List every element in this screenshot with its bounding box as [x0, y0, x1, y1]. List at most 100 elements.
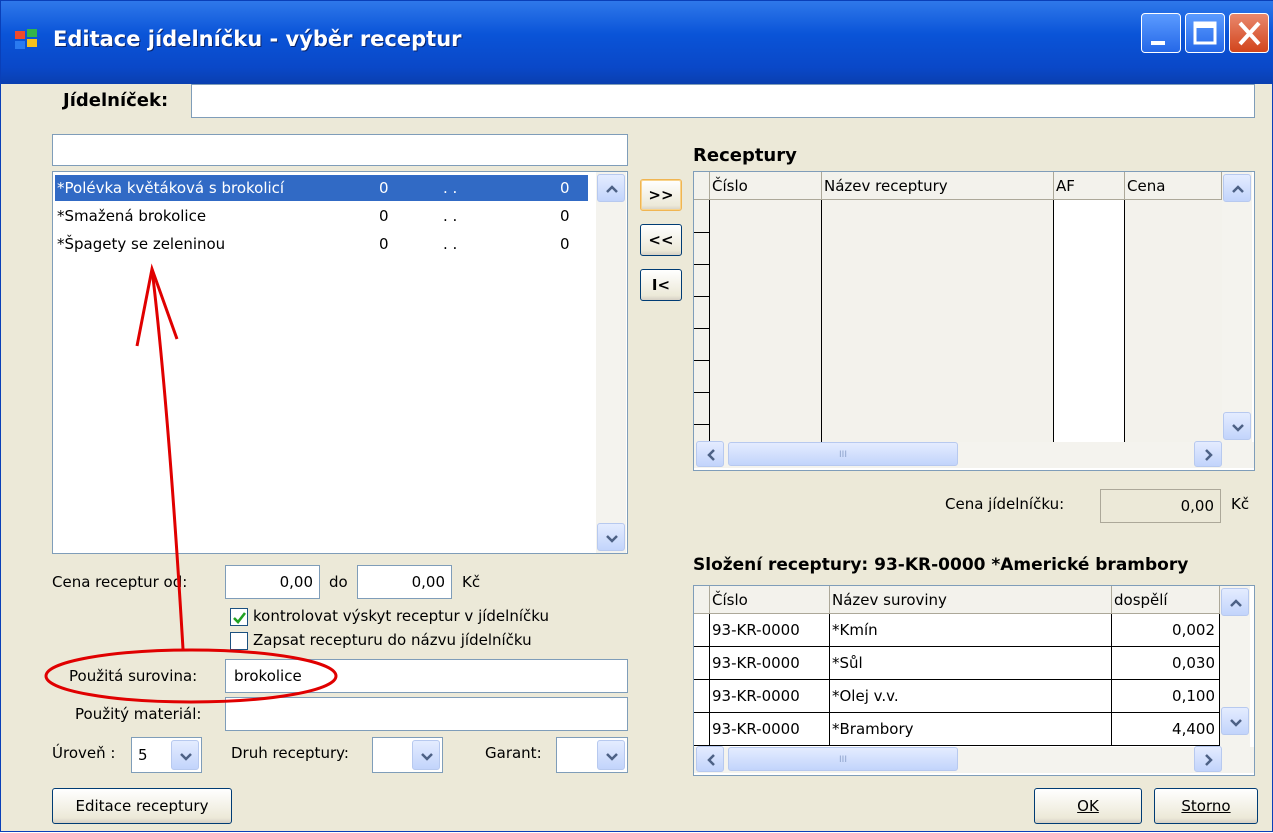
list-item[interactable]: *Smažená brokolice 0 . . 0 [55, 203, 588, 229]
price-from-input[interactable]: 0,00 [225, 565, 320, 599]
material-input[interactable] [225, 697, 628, 731]
cell-dospeli: 0,100 [1112, 680, 1220, 713]
cell-nazev: *Kmín [830, 614, 1112, 647]
list-item-col4: 0 [560, 207, 570, 225]
recipe-type-label: Druh receptury: [231, 744, 349, 762]
guarantor-select[interactable] [556, 737, 628, 773]
list-item-name: *Smažená brokolice [57, 207, 207, 225]
price-unit-label: Kč [462, 573, 481, 591]
price-to-label: do [329, 573, 348, 591]
col-header-cislo[interactable]: Číslo [710, 172, 822, 200]
composition-vscroll[interactable] [1220, 586, 1250, 747]
check-occurrence-checkbox[interactable] [230, 608, 248, 626]
menu-price-label: Cena jídelníčku: [945, 495, 1065, 513]
minimize-button[interactable] [1141, 13, 1181, 53]
close-icon [1238, 21, 1261, 46]
chevron-right-icon [1205, 449, 1213, 461]
cell-nazev: *Sůl [830, 647, 1112, 680]
add-recipe-button[interactable]: >> [640, 179, 682, 211]
col-header-nazev-suroviny[interactable]: Název suroviny [830, 586, 1112, 614]
guarantor-dropdown-button[interactable] [597, 740, 625, 770]
recipe-filter-input[interactable] [52, 134, 628, 166]
scroll-right-button[interactable] [1194, 746, 1222, 772]
edit-recipe-button[interactable]: Editace receptury [52, 788, 232, 824]
col-header-dospeli[interactable]: dospělí [1112, 586, 1220, 614]
cell-cislo: 93-KR-0000 [710, 713, 830, 746]
chevron-up-icon [606, 185, 618, 193]
menu-price-value: 0,00 [1100, 489, 1221, 523]
check-occurrence-label[interactable]: kontrolovat výskyt receptur v jídelníčku [253, 607, 549, 625]
scroll-down-button[interactable] [1221, 707, 1249, 735]
list-item-col3: . . [443, 235, 458, 253]
scroll-left-button[interactable] [696, 746, 724, 772]
title-bar[interactable]: Editace jídelníčku - výběr receptur [1, 1, 1273, 84]
list-item[interactable]: *Špagety se zeleninou 0 . . 0 [55, 231, 588, 257]
list-item-col2: 0 [379, 207, 389, 225]
receptury-hscroll[interactable]: III [694, 441, 1254, 468]
receptury-grid[interactable]: Číslo Název receptury AF Cena III [693, 171, 1255, 471]
level-label: Úroveň : [52, 744, 116, 762]
recipe-list[interactable]: *Polévka květáková s brokolicí 0. . 0 *Smaž… [52, 171, 628, 554]
list-item[interactable]: *Polévka květáková s brokolicí 0 . . 0 [55, 175, 588, 201]
dialog-window: Editace jídelníčku - výběr receptur Jíde… [0, 0, 1273, 832]
remove-recipe-button[interactable]: << [640, 224, 682, 256]
list-item-col3: . . [443, 179, 458, 197]
chevron-down-icon [606, 753, 618, 761]
checkmark-icon [233, 612, 247, 624]
recipe-type-select[interactable] [372, 737, 443, 773]
level-dropdown-button[interactable] [171, 740, 199, 770]
receptury-title: Receptury [693, 145, 797, 166]
chevron-down-icon [180, 753, 192, 761]
col-cislo-body [710, 200, 822, 442]
scroll-left-button[interactable] [696, 441, 724, 467]
col-cena-body [1125, 200, 1222, 442]
scroll-up-button[interactable] [1221, 588, 1249, 616]
list-item-col3: . . [443, 207, 458, 225]
composition-grid[interactable]: Číslo Název suroviny dospělí 93-KR-0000 *… [693, 585, 1255, 776]
cancel-button[interactable]: Storno [1154, 788, 1258, 824]
material-label: Použitý materiál: [75, 705, 202, 723]
col-header-nazev[interactable]: Název receptury [822, 172, 1054, 200]
scroll-up-button[interactable] [1223, 174, 1251, 202]
ok-button[interactable]: OK [1034, 788, 1142, 824]
scroll-right-button[interactable] [1194, 441, 1222, 467]
cell-cislo: 93-KR-0000 [710, 680, 830, 713]
minimize-icon [1151, 41, 1165, 45]
recipe-list-scrollbar[interactable] [596, 172, 626, 553]
write-name-checkbox[interactable] [230, 632, 248, 650]
hscroll-thumb[interactable]: III [728, 747, 958, 771]
col-header-cislo[interactable]: Číslo [710, 586, 830, 614]
col-nazev-body [822, 200, 1054, 442]
ingredient-input[interactable]: brokolice [225, 659, 628, 693]
scroll-down-button[interactable] [597, 523, 625, 551]
row-indicator [694, 647, 710, 680]
price-to-input[interactable]: 0,00 [357, 565, 452, 599]
chevron-down-icon [1232, 424, 1244, 432]
level-value: 5 [138, 746, 148, 764]
cell-cislo: 93-KR-0000 [710, 614, 830, 647]
list-item-name: *Polévka květáková s brokolicí [57, 179, 285, 197]
clear-recipes-button[interactable]: I< [640, 269, 682, 301]
receptury-vscroll[interactable] [1222, 172, 1252, 442]
menu-name-input[interactable] [191, 84, 1255, 118]
price-filter-label: Cena receptur od: [52, 573, 188, 591]
chevron-up-icon [1230, 599, 1242, 607]
level-select[interactable]: 5 [131, 737, 202, 773]
menu-price-unit: Kč [1231, 495, 1250, 513]
recipe-type-dropdown-button[interactable] [412, 740, 440, 770]
col-header-af[interactable]: AF [1054, 172, 1125, 200]
close-button[interactable] [1229, 13, 1269, 53]
list-item-col2: 0 [379, 179, 389, 197]
hscroll-thumb[interactable]: III [728, 442, 958, 466]
col-header-cena[interactable]: Cena [1125, 172, 1222, 200]
chevron-left-icon [707, 754, 715, 766]
scroll-down-button[interactable] [1223, 412, 1251, 440]
maximize-button[interactable] [1185, 13, 1225, 53]
cell-dospeli: 4,400 [1112, 713, 1220, 746]
write-name-label[interactable]: Zapsat recepturu do názvu jídelníčku [253, 631, 532, 649]
chevron-left-icon [707, 449, 715, 461]
list-item-col4: 0 [560, 235, 570, 253]
composition-hscroll[interactable]: III [694, 746, 1254, 773]
chevron-down-icon [421, 753, 433, 761]
scroll-up-button[interactable] [597, 174, 625, 202]
